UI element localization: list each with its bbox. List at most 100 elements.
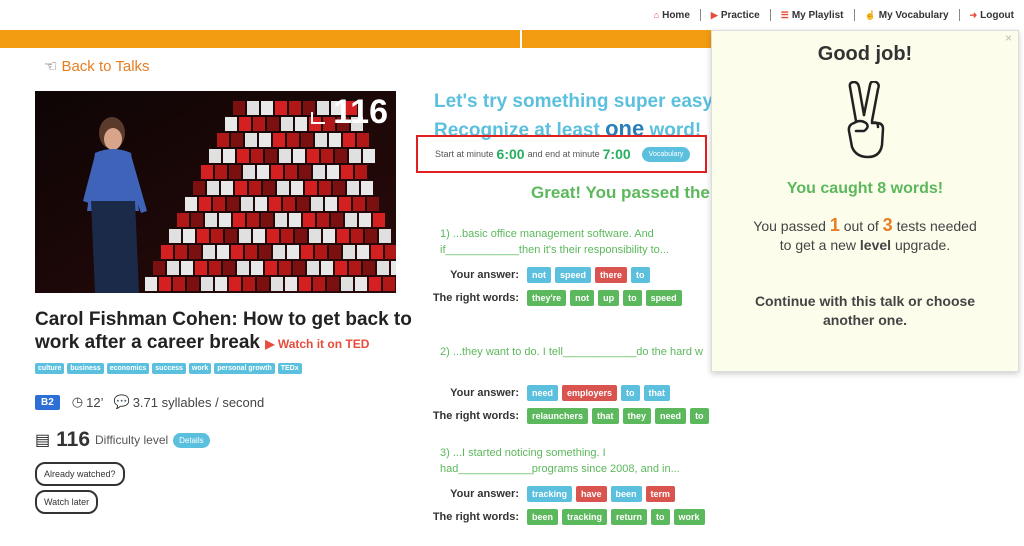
right-word-chip: they (622, 408, 652, 424)
answer-word-chip: need (527, 385, 559, 401)
right-word-chip: they're (527, 290, 567, 306)
your-answer-row: Your answer: not speed there to (407, 267, 654, 283)
answer-word-chip: been (610, 486, 642, 502)
right-word-chip: not (570, 290, 595, 306)
thumbnail-count-value: 116 (333, 93, 388, 131)
nav-practice-label: Practice (720, 9, 760, 21)
details-button[interactable]: Details (173, 432, 210, 448)
start-label: Start at minute (435, 149, 494, 159)
nav-divider (699, 9, 701, 21)
level-badge: B2 (35, 394, 60, 410)
upgrade-word: upgrade. (894, 237, 951, 253)
right-word-chip: tracking (562, 509, 608, 525)
home-icon: ⌂ (653, 10, 660, 20)
right-word-chip: been (527, 509, 559, 525)
right-words-row: The right words: been tracking return to work (407, 509, 709, 525)
tag[interactable]: culture (35, 363, 65, 374)
bar-chart-icon (311, 111, 326, 124)
answer-word-chip: tracking (527, 486, 573, 502)
back-label: Back to Talks (61, 57, 150, 75)
thumbs-up-icon: ☝ (864, 9, 876, 20)
answer-word-chip: to (631, 267, 650, 283)
back-to-talks-link[interactable]: ☜ Back to Talks (44, 57, 150, 76)
right-word-chip: need (655, 408, 687, 424)
passed-message: Great! You passed the (531, 183, 710, 202)
start-value: 6:00 (496, 146, 525, 162)
answer-word-chip: that (643, 385, 671, 401)
nav-practice[interactable]: ▶ Practice (711, 10, 760, 21)
tag[interactable]: economics (106, 363, 150, 374)
watch-on-ted-link[interactable]: ▶ Watch it on TED (265, 337, 369, 351)
exercise-headline: Let's try something super easy (434, 91, 714, 112)
answer-word-chip: speed (555, 267, 592, 283)
your-answer-label: Your answer: (450, 387, 519, 399)
level-word: level (859, 237, 892, 253)
nav-home[interactable]: ⌂ Home (654, 10, 690, 21)
right-word-chip: up (598, 290, 620, 306)
time-range-box: Start at minute 6:00 and end at minute 7… (416, 135, 707, 173)
peace-hand-icon (847, 81, 885, 159)
tag[interactable]: business (67, 363, 104, 374)
difficulty-row: ▤ 116 Difficulty level Details (35, 428, 210, 452)
sign-out-icon: ➜ (969, 9, 978, 20)
nav-divider (853, 9, 855, 21)
right-words-row: The right words: relaunchers that they need t… (407, 408, 713, 424)
popup-title: Good job! (817, 43, 913, 65)
right-word-chip: to (651, 509, 670, 525)
result-popup: × Good job! You caught 8 words! You pass… (711, 30, 1019, 372)
tag[interactable]: personal growth (214, 363, 275, 374)
right-word-chip: speed (645, 290, 682, 306)
passed-tests-text: You passed 1 out of 3 tests needed to ge… (712, 216, 1018, 255)
right-word-chip: to (690, 408, 709, 424)
passed-count: 1 (829, 215, 840, 235)
right-words-label: The right words: (432, 292, 519, 304)
talk-thumbnail[interactable]: 116 (35, 91, 396, 293)
nav-my-playlist[interactable]: ☰ My Playlist (781, 10, 844, 21)
watch-on-ted-label: Watch it on TED (277, 337, 370, 351)
nav-divider (769, 9, 771, 21)
nav-vocabulary-label: My Vocabulary (878, 9, 949, 21)
end-label: and end at minute (527, 149, 600, 159)
answer-word-chip: employers (562, 385, 618, 401)
tag[interactable]: TEDx (277, 363, 302, 374)
nav-my-vocabulary[interactable]: ☝ My Vocabulary (865, 10, 949, 21)
your-answer-row: Your answer: need employers to that (407, 385, 674, 401)
right-words-row: The right words: they're not up to speed (407, 290, 686, 306)
your-answer-label: Your answer: (450, 488, 519, 500)
duration-value: 12’ (86, 394, 104, 410)
vocabulary-button[interactable]: Vocabulary (641, 146, 691, 162)
speech-bubble-icon: 💬 (113, 394, 130, 409)
your-answer-row: Your answer: tracking have been term (407, 486, 679, 502)
right-word-chip: that (592, 408, 619, 424)
top-navigation: ⌂ Home ▶ Practice ☰ My Playlist ☝ My Vocabul… (0, 0, 1024, 30)
right-word-chip: work (673, 509, 705, 525)
right-word-chip: relaunchers (527, 408, 589, 424)
talk-meta: B2 ◷ 12’ 💬 3.71 syllables / second (35, 394, 264, 410)
bar-chart-icon: ▤ (35, 432, 51, 449)
passed-pre: You passed (753, 218, 826, 234)
question-text: 2) ...they want to do. I tell___________… (440, 346, 703, 358)
talk-title: Carol Fishman Cohen: How to get back to … (35, 308, 415, 356)
syllables-unit: syllables / second (161, 394, 265, 410)
tag[interactable]: success (152, 363, 186, 374)
caught-words-text: You caught 8 words! (786, 180, 944, 197)
answer-word-chip: not (527, 267, 551, 283)
question-text: 1) ...basic office management software. … (440, 228, 669, 256)
tag[interactable]: work (188, 363, 212, 374)
nav-divider (958, 9, 960, 21)
list-icon: ☰ (780, 9, 789, 20)
right-words-label: The right words: (432, 511, 519, 523)
passed-total: 3 (882, 215, 893, 235)
nav-logout-label: Logout (980, 9, 1014, 21)
watch-later-button[interactable]: Watch later (35, 490, 99, 514)
right-word-chip: to (623, 290, 642, 306)
passed-mid: out of (843, 218, 879, 234)
continue-text: Continue with this talk or choose anothe… (754, 293, 976, 328)
your-answer-label: Your answer: (450, 269, 519, 281)
syllables-value: 3.71 (132, 394, 158, 410)
play-circle-icon: ▶ (710, 9, 718, 20)
answer-word-chip: to (621, 385, 640, 401)
nav-logout[interactable]: ➜ Logout (970, 10, 1014, 21)
nav-home-label: Home (662, 9, 690, 21)
already-watched-button[interactable]: Already watched? (35, 462, 125, 486)
